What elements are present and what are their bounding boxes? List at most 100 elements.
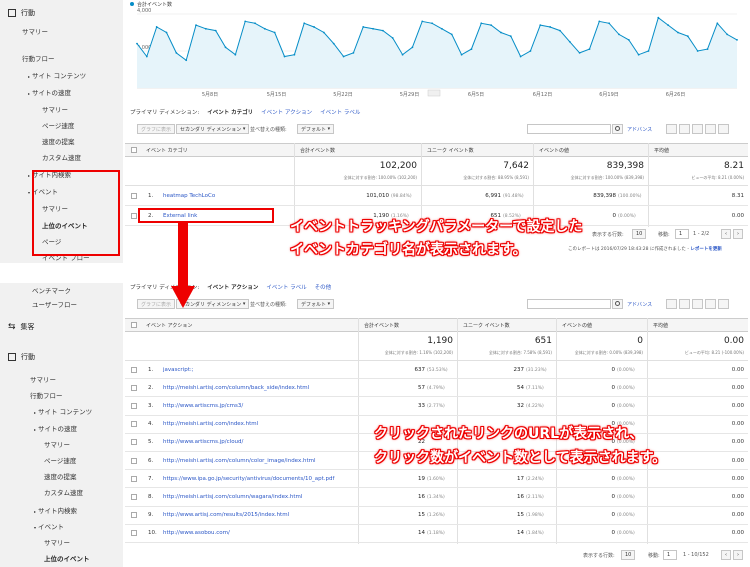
- tab-event-action[interactable]: イベント アクション: [207, 283, 258, 291]
- view-table-icon[interactable]: [666, 299, 677, 309]
- nav-item[interactable]: 速度の提案: [44, 471, 77, 481]
- nav-item[interactable]: ▸ サイト コンテンツ: [34, 406, 92, 416]
- nav-item[interactable]: ▸ サイトの速度: [28, 87, 71, 97]
- nav-item[interactable]: 上位のイベント: [44, 553, 90, 563]
- data-point: [588, 48, 591, 51]
- nav-item[interactable]: ▸ サイトの速度: [34, 423, 77, 433]
- nav-item[interactable]: カスタム速度: [42, 152, 81, 162]
- graph-button[interactable]: グラフに表示: [137, 124, 176, 134]
- select-all-checkbox[interactable]: [131, 322, 137, 328]
- nav-item[interactable]: ページ速度: [42, 120, 74, 130]
- view-bar-icon[interactable]: [692, 124, 703, 134]
- row-dimension-link[interactable]: http://meishi.artisj.com/index.html: [163, 421, 258, 427]
- nav-item[interactable]: 行動フロー: [30, 390, 63, 400]
- sort-dropdown[interactable]: デフォルト ▾: [297, 299, 335, 309]
- column-header[interactable]: 合計イベント数: [300, 147, 335, 154]
- row-dimension-link[interactable]: http://meishi.artisj.com/column/back_sid…: [163, 385, 309, 391]
- view-table-icon[interactable]: [666, 124, 677, 134]
- column-header[interactable]: ユニーク イベント数: [427, 147, 474, 154]
- view-pie-icon[interactable]: [679, 124, 690, 134]
- nav-benchmark[interactable]: ベンチマーク: [32, 285, 71, 295]
- column-header[interactable]: 平均値: [654, 147, 669, 154]
- row-dimension-link[interactable]: https://www.ipa.go.jp/security/antivirus…: [163, 476, 334, 482]
- column-header[interactable]: イベント アクション: [146, 322, 192, 329]
- advanced-link[interactable]: アドバンス: [627, 301, 652, 308]
- nav-item[interactable]: サマリー: [30, 374, 56, 384]
- row-checkbox[interactable]: [131, 457, 137, 464]
- row-dimension-link[interactable]: http://meishi.artisj.com/column/wagara/i…: [163, 494, 302, 500]
- search-button[interactable]: [612, 299, 623, 309]
- column-header[interactable]: ユニーク イベント数: [463, 322, 510, 329]
- nav-item[interactable]: ページ速度: [44, 455, 76, 465]
- row-dimension-link[interactable]: http://www.artiscms.jp/cms3/: [163, 403, 243, 409]
- nav-item[interactable]: ▾ イベント: [34, 521, 64, 531]
- nav-item[interactable]: 行動フロー: [22, 53, 55, 63]
- next-page-button[interactable]: ›: [733, 550, 743, 560]
- nav-item[interactable]: カスタム速度: [44, 487, 83, 497]
- nav-behavior-section[interactable]: 行動: [8, 8, 35, 18]
- nav-item[interactable]: サマリー: [44, 537, 70, 547]
- nav-item[interactable]: ▸ サイト コンテンツ: [28, 70, 86, 80]
- column-header[interactable]: 合計イベント数: [364, 322, 399, 329]
- tab-event-action[interactable]: イベント アクション: [261, 108, 312, 116]
- nav-item[interactable]: サマリー: [44, 439, 70, 449]
- row-checkbox[interactable]: [131, 475, 137, 482]
- row-dimension-link[interactable]: heatmap TechLoCo: [163, 193, 215, 199]
- view-bar-icon[interactable]: [692, 299, 703, 309]
- nav-acquisition-section[interactable]: ⇆ 集客: [8, 322, 35, 332]
- nav-user-flow[interactable]: ユーザーフロー: [32, 299, 77, 309]
- search-input[interactable]: [527, 124, 611, 134]
- row-checkbox[interactable]: [131, 192, 137, 199]
- advanced-link[interactable]: アドバンス: [627, 126, 652, 133]
- row-checkbox[interactable]: [131, 421, 137, 428]
- column-header[interactable]: イベントの値: [562, 322, 592, 329]
- tab-event-label[interactable]: イベント ラベル: [266, 283, 306, 291]
- row-dimension-link[interactable]: http://meishi.artisj.com/column/color_im…: [163, 458, 316, 464]
- tab-event-label[interactable]: イベント ラベル: [320, 108, 360, 116]
- tab-event-category[interactable]: イベント カテゴリ: [207, 108, 253, 116]
- column-header[interactable]: 平均値: [653, 322, 668, 329]
- secondary-dimension-dropdown[interactable]: セカンダリ ディメンション ▾: [176, 124, 250, 134]
- row-checkbox[interactable]: [131, 494, 137, 500]
- view-pivot-icon[interactable]: [718, 299, 729, 309]
- search-input[interactable]: [527, 299, 611, 309]
- view-pie-icon[interactable]: [679, 299, 690, 309]
- next-page-button[interactable]: ›: [733, 229, 743, 239]
- row-checkbox[interactable]: [131, 439, 137, 446]
- nav-behavior-section[interactable]: 行動: [8, 352, 35, 362]
- goto-input[interactable]: 1: [663, 550, 677, 560]
- column-header[interactable]: イベントの値: [539, 147, 569, 154]
- prev-page-button[interactable]: ‹: [721, 229, 731, 239]
- nav-item[interactable]: 速度の提案: [42, 136, 75, 146]
- row-checkbox[interactable]: [131, 530, 137, 537]
- nav-item-label: 速度の提案: [44, 473, 77, 481]
- row-dimension-link[interactable]: javascript:;: [163, 367, 194, 373]
- row-dimension-link[interactable]: http://www.artisj.com/results/2015/index…: [163, 512, 289, 518]
- row-checkbox[interactable]: [131, 212, 137, 219]
- rows-per-page-select[interactable]: 10: [621, 550, 636, 560]
- view-compare-icon[interactable]: [705, 124, 716, 134]
- search-button[interactable]: [612, 124, 623, 134]
- row-dimension-link[interactable]: http://www.asobou.com/: [163, 530, 230, 536]
- select-all-checkbox[interactable]: [131, 147, 137, 153]
- row-checkbox[interactable]: [131, 366, 137, 373]
- rows-per-page-select[interactable]: 10: [632, 229, 647, 239]
- nav-item[interactable]: サマリー: [42, 104, 68, 114]
- row-dimension-link[interactable]: http://www.artiscms.jp/cloud/: [163, 439, 243, 445]
- row-checkbox[interactable]: [131, 512, 137, 519]
- tab-other[interactable]: その他: [315, 283, 332, 291]
- metric-cell: 237 (31.23%): [457, 367, 552, 373]
- sort-dropdown[interactable]: デフォルト ▾: [297, 124, 335, 134]
- prev-page-button[interactable]: ‹: [721, 550, 731, 560]
- nav-item[interactable]: サマリー: [22, 26, 48, 36]
- nav-item[interactable]: ▸ サイト内検索: [34, 505, 77, 515]
- row-checkbox[interactable]: [131, 384, 137, 391]
- row-checkbox[interactable]: [131, 403, 137, 409]
- refresh-report-link[interactable]: レポートを更新: [690, 247, 722, 252]
- column-header[interactable]: イベント カテゴリ: [146, 147, 188, 154]
- graph-button[interactable]: グラフに表示: [137, 299, 176, 309]
- goto-input[interactable]: 1: [675, 229, 689, 239]
- view-pivot-icon[interactable]: [718, 124, 729, 134]
- view-compare-icon[interactable]: [705, 299, 716, 309]
- x-tick-label: 5月8日: [202, 92, 218, 98]
